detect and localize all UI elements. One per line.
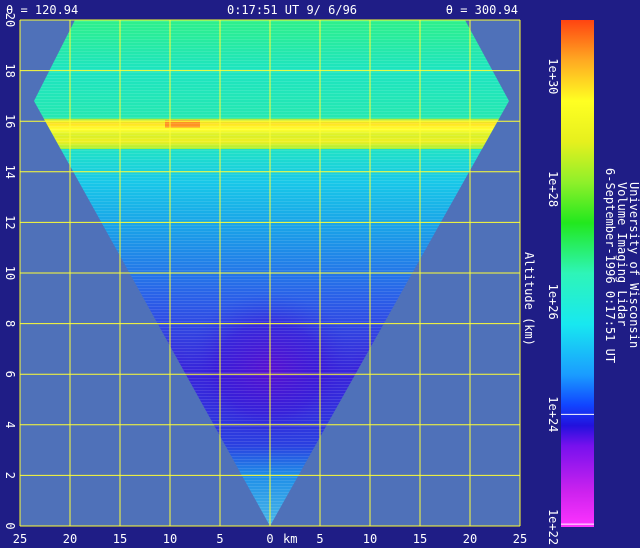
x-axis-label: km bbox=[283, 532, 297, 546]
y-tick-label: 14 bbox=[3, 165, 17, 179]
colorbar-tick-label: 1e+26 bbox=[546, 284, 560, 320]
header-theta-right: θ = 300.94 bbox=[446, 3, 518, 17]
x-tick-label: 15 bbox=[113, 532, 127, 546]
x-tick-label: 15 bbox=[413, 532, 427, 546]
colorbar-tick-label: 1e+28 bbox=[546, 171, 560, 207]
x-tick-label: 25 bbox=[513, 532, 527, 546]
y-tick-label: 4 bbox=[3, 421, 17, 428]
x-tick-label: 5 bbox=[216, 532, 223, 546]
y-tick-label: 8 bbox=[3, 320, 17, 327]
x-tick-label: 10 bbox=[363, 532, 377, 546]
x-tick-labels: 25 20 15 10 5 0 5 10 15 20 25 bbox=[13, 532, 527, 546]
y-tick-label: 2 bbox=[3, 472, 17, 479]
y-tick-label: 10 bbox=[3, 266, 17, 280]
x-tick-label: 0 bbox=[266, 532, 273, 546]
colorbar bbox=[561, 20, 594, 527]
lidar-chart: 25 20 15 10 5 0 5 10 15 20 25 0 2 4 6 8 10 12 14 16 18 20 θ … bbox=[3, 3, 640, 546]
x-tick-label: 25 bbox=[13, 532, 27, 546]
y-tick-label: 16 bbox=[3, 114, 17, 128]
x-tick-label: 20 bbox=[63, 532, 77, 546]
y-tick-label: 18 bbox=[3, 63, 17, 77]
header-theta-left: θ = 120.94 bbox=[6, 3, 78, 17]
y-axis-label: Altitude (km) bbox=[522, 252, 536, 346]
y-tick-label: 6 bbox=[3, 371, 17, 378]
colorbar-tick-label: 1e+24 bbox=[546, 396, 560, 432]
y-tick-label: 0 bbox=[3, 522, 17, 529]
colorbar-tick-label: 1e+30 bbox=[546, 58, 560, 94]
x-tick-label: 5 bbox=[316, 532, 323, 546]
y-tick-labels: 02468101214161820 bbox=[3, 13, 17, 530]
y-tick-label: 12 bbox=[3, 215, 17, 229]
x-tick-label: 20 bbox=[463, 532, 477, 546]
header-time: 0:17:51 UT 9/ 6/96 bbox=[227, 3, 357, 17]
caption-line-3: 6-September-1996 0:17:51 UT bbox=[603, 168, 617, 363]
x-tick-label: 10 bbox=[163, 532, 177, 546]
colorbar-tick-label: 1e+22 bbox=[546, 509, 560, 545]
